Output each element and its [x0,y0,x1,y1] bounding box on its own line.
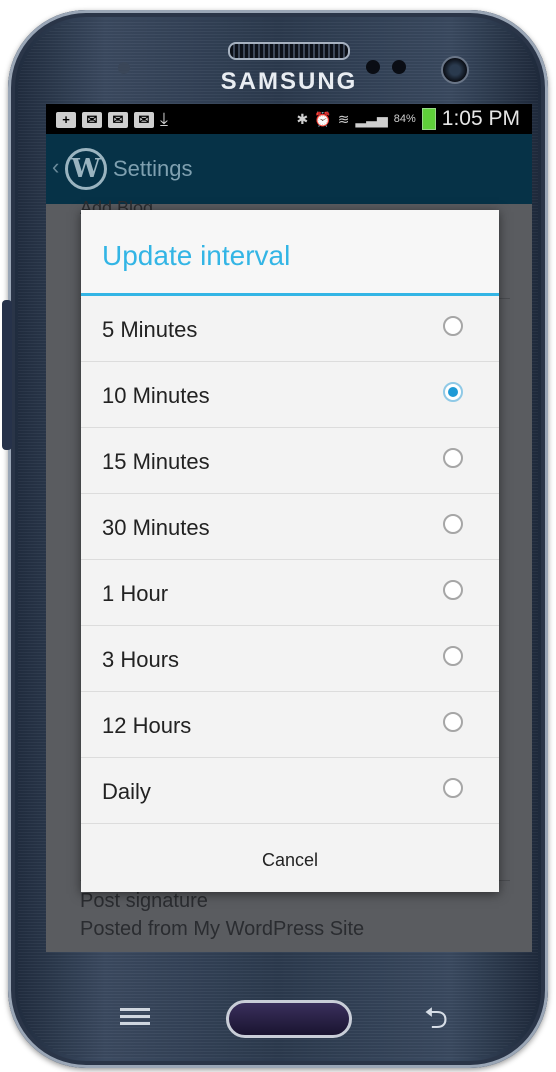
option-label: 15 Minutes [102,449,210,474]
option-label: 3 Hours [102,647,180,672]
signal-icon: ▂▃▅ [355,110,388,127]
status-bar: + ✉ ✉ ✉ ⤓ ✱ ⏰ ≋ ▂▃▅ 84% 1:05 PM [46,104,532,134]
radio-button[interactable] [443,316,463,336]
option-12-hours[interactable]: 12 Hours [81,692,499,758]
option-label: 12 Hours [102,713,192,738]
option-1-hour[interactable]: 1 Hour [81,560,499,626]
option-3-hours[interactable]: 3 Hours [81,626,499,692]
light-sensor [392,60,406,74]
mail-icon: ✉ [134,111,154,128]
action-bar: ‹ W Settings [46,134,532,204]
page-title: Settings [113,156,193,181]
option-15-minutes[interactable]: 15 Minutes [81,428,499,494]
dialog-title: Update interval [102,240,291,271]
battery-percent: 84% [393,113,416,125]
download-icon: ⤓ [160,109,168,129]
battery-icon [421,108,436,130]
brand-logo: SAMSUNG [220,68,358,95]
update-interval-dialog: Update interval 5 Minutes 10 Minutes 15 … [81,210,499,892]
radio-button-selected[interactable] [443,382,463,402]
option-5-minutes[interactable]: 5 Minutes [81,296,499,362]
front-camera [441,56,469,84]
status-time: 1:05 PM [441,107,520,130]
option-daily[interactable]: Daily [81,758,499,824]
wifi-icon: ≋ [337,110,350,127]
radio-button[interactable] [443,514,463,534]
mail-icon: ✉ [82,111,102,128]
option-30-minutes[interactable]: 30 Minutes [81,494,499,560]
option-label: 10 Minutes [102,383,210,408]
post-signature-label: Post signature [80,890,208,912]
radio-button[interactable] [443,712,463,732]
dialog-header: Update interval [81,210,499,296]
option-label: 30 Minutes [102,515,210,540]
earpiece-speaker [228,42,350,60]
radio-button[interactable] [443,778,463,798]
radio-button[interactable] [443,448,463,468]
post-signature-value: Posted from My WordPress Site [80,918,365,940]
option-label: Daily [102,779,151,804]
wordpress-logo-icon[interactable]: W [65,148,107,190]
back-key-icon[interactable]: ⮌ [424,996,448,1047]
notification-led [118,62,130,74]
alarm-icon: ⏰ [314,110,332,127]
add-icon: + [56,111,76,128]
bluetooth-icon: ✱ [296,110,309,127]
cancel-button[interactable]: Cancel [81,828,499,892]
option-10-minutes[interactable]: 10 Minutes [81,362,499,428]
home-button[interactable] [226,1000,352,1038]
mail-icon: ✉ [108,111,128,128]
menu-key-icon[interactable] [116,1004,154,1030]
radio-button[interactable] [443,580,463,600]
proximity-sensor [366,60,380,74]
radio-button[interactable] [443,646,463,666]
option-label: 1 Hour [102,581,169,606]
back-chevron-icon[interactable]: ‹ [52,154,59,180]
option-label: 5 Minutes [102,317,198,342]
volume-button [2,300,12,450]
